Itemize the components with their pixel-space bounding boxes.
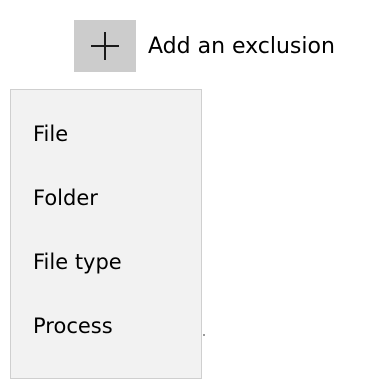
menu-item-process[interactable]: Process (11, 304, 201, 348)
plus-button[interactable] (74, 20, 136, 72)
menu-item-label: Process (33, 314, 113, 338)
menu-item-file-type[interactable]: File type (11, 240, 201, 284)
menu-item-label: File type (33, 250, 122, 274)
menu-item-label: File (33, 122, 69, 146)
add-exclusion-button[interactable]: Add an exclusion (74, 20, 335, 72)
exclusion-type-menu: File Folder File type Process (10, 89, 202, 379)
add-exclusion-label: Add an exclusion (148, 33, 335, 59)
menu-item-file[interactable]: File (11, 112, 201, 156)
decorative-speck (203, 334, 205, 336)
menu-item-folder[interactable]: Folder (11, 176, 201, 220)
menu-item-label: Folder (33, 186, 98, 210)
